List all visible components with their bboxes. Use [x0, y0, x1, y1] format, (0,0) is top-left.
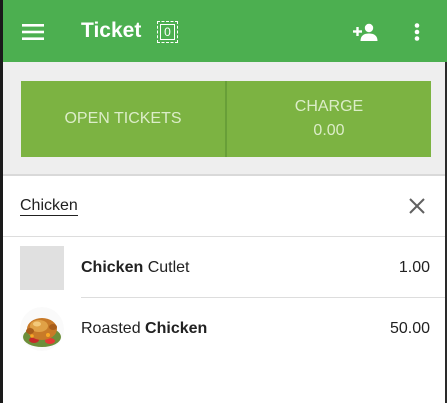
clear-search-button[interactable]: [404, 193, 430, 219]
page-title: Ticket: [81, 19, 142, 42]
item-name-prefix: Roasted: [81, 320, 146, 337]
list-item[interactable]: Roasted Chicken 50.00: [0, 299, 447, 359]
item-name-rest: Cutlet: [143, 259, 190, 276]
search-bar: Chicken: [0, 176, 447, 236]
roasted-chicken-image: [20, 307, 64, 351]
list-item[interactable]: Chicken Cutlet 1.00: [0, 238, 447, 298]
item-price: 50.00: [389, 320, 430, 337]
search-input[interactable]: Chicken: [20, 197, 78, 216]
open-tickets-label: OPEN TICKETS: [64, 110, 182, 127]
close-icon: [409, 198, 425, 214]
item-divider: [81, 297, 447, 298]
more-options-button[interactable]: [404, 18, 430, 46]
item-name: Chicken Cutlet: [81, 259, 190, 277]
ticket-count-badge: 0: [157, 21, 178, 43]
item-name: Roasted Chicken: [81, 320, 207, 338]
menu-button[interactable]: [14, 15, 52, 49]
item-name-match: Chicken: [81, 259, 144, 276]
ticket-count-value: 0: [160, 24, 175, 40]
more-vert-icon: [414, 23, 420, 41]
charge-amount: 0.00: [313, 122, 345, 139]
search-divider: [0, 236, 447, 237]
item-name-match: Chicken: [145, 320, 208, 337]
action-buttons: OPEN TICKETS CHARGE 0.00: [21, 81, 431, 157]
screen-edge-left: [0, 0, 3, 403]
charge-label: CHARGE: [294, 98, 364, 115]
hamburger-menu-icon: [22, 24, 44, 40]
open-tickets-button[interactable]: OPEN TICKETS: [21, 81, 225, 157]
item-thumbnail-placeholder: [20, 246, 64, 290]
add-person-icon: [353, 23, 378, 41]
charge-button[interactable]: CHARGE 0.00: [227, 81, 431, 157]
app-bar: Ticket 0: [0, 0, 447, 62]
ticket-actions-panel: OPEN TICKETS CHARGE 0.00: [0, 62, 447, 174]
add-customer-button[interactable]: [349, 18, 383, 46]
item-price: 1.00: [398, 259, 430, 276]
